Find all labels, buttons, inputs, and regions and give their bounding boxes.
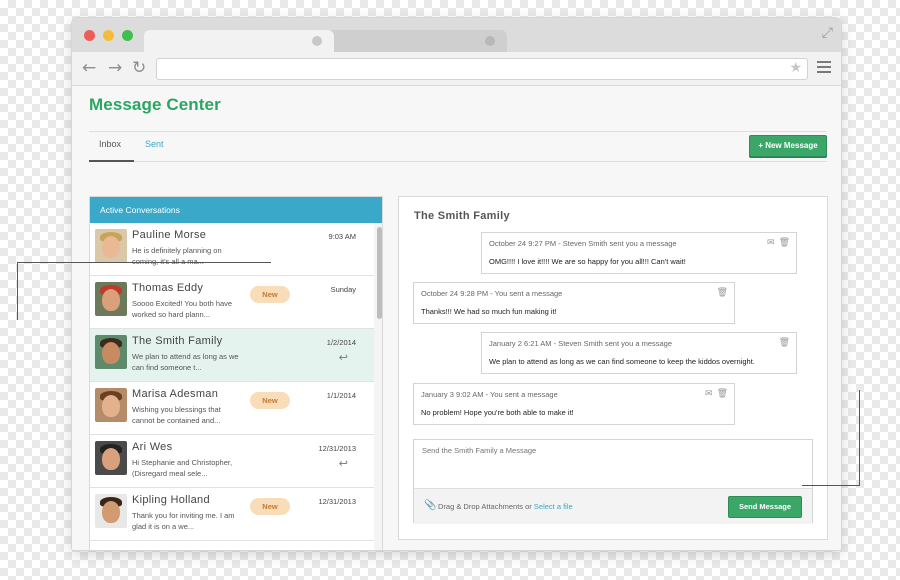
message-actions: 🗑 [713, 288, 728, 298]
envelope-icon[interactable]: ✉ [767, 238, 775, 248]
conversations-panel: Active Conversations Pauline Morse He is… [89, 196, 383, 550]
conversation-scrollbar[interactable] [374, 223, 382, 550]
conversation-name: The Smith Family [132, 335, 223, 347]
minimize-window-dot[interactable] [103, 30, 114, 41]
tab-close-icon[interactable] [485, 36, 495, 46]
message-meta: January 3 9:02 AM - You sent a message [421, 390, 558, 399]
message-meta: October 24 9:28 PM - You sent a message [421, 289, 563, 298]
trash-icon[interactable]: 🗑 [779, 238, 790, 248]
compose-box: 📎 Drag & Drop Attachments or Select a fi… [413, 439, 813, 524]
new-badge: New [250, 498, 290, 515]
message-actions: 🗑 [775, 338, 790, 348]
trash-icon[interactable]: 🗑 [717, 288, 728, 298]
avatar [95, 441, 127, 475]
browser-titlebar: ⤢ [72, 18, 841, 52]
avatar [95, 229, 127, 263]
conversation-item[interactable]: Kipling Holland Thank you for inviting m… [90, 488, 374, 541]
conversation-item[interactable]: Ari Wes Hi Stephanie and Christopher, (D… [90, 435, 374, 488]
active-tab-indicator [89, 160, 134, 162]
compose-input[interactable] [414, 440, 812, 488]
message-body: We plan to attend as long as we can find… [489, 357, 755, 366]
avatar [95, 494, 127, 528]
conversation-snippet: Thank you for inviting me. I am glad it … [132, 511, 235, 531]
message-body: No problem! Hope you're both able to mak… [421, 408, 574, 417]
message-meta: January 2 6:21 AM - Steven Smith sent yo… [489, 339, 673, 348]
message-sent: January 3 9:02 AM - You sent a message N… [413, 383, 735, 425]
conversation-snippet: Hi Stephanie and Christopher, (Disregard… [132, 458, 233, 478]
message-body: Thanks!!! We had so much fun making it! [421, 307, 557, 316]
maximize-window-dot[interactable] [122, 30, 133, 41]
conversation-date: 9:03 AM [328, 232, 356, 241]
conversation-name: Ari Wes [132, 441, 173, 453]
envelope-icon[interactable]: ✉ [705, 389, 713, 399]
new-badge: New [250, 392, 290, 409]
conversation-title: The Smith Family [414, 210, 510, 222]
tab-sent[interactable]: Sent [145, 139, 164, 149]
back-arrow-icon[interactable]: ← [82, 58, 96, 78]
trash-icon[interactable]: 🗑 [779, 338, 790, 348]
conversations-header: Active Conversations [90, 197, 382, 223]
conversation-date: 1/2/2014 [326, 338, 356, 347]
message-actions: ✉ 🗑 [701, 389, 728, 399]
divider [89, 161, 827, 162]
conversation-date: 12/31/2013 [318, 444, 356, 453]
hamburger-menu-icon[interactable] [817, 61, 831, 76]
fullscreen-icon[interactable]: ⤢ [822, 24, 833, 41]
attach-text: Drag & Drop Attachments or [438, 502, 532, 511]
conversation-date: 12/31/2013 [318, 497, 356, 506]
compose-footer: 📎 Drag & Drop Attachments or Select a fi… [414, 488, 812, 524]
page-title: Message Center [89, 95, 221, 114]
reload-icon[interactable]: ↻ [132, 58, 146, 78]
conversation-date: Sunday [330, 285, 356, 294]
conversation-item[interactable]: Marisa Adesman Wishing you blessings tha… [90, 382, 374, 435]
message-received: October 24 9:27 PM - Steven Smith sent y… [481, 232, 797, 274]
paperclip-icon: 📎 [424, 500, 437, 511]
reply-icon: ↩ [338, 351, 348, 364]
avatar [95, 388, 127, 422]
address-bar[interactable]: ★ [156, 58, 808, 80]
divider [89, 131, 827, 132]
bookmark-star-icon[interactable]: ★ [789, 60, 802, 76]
conversation-snippet: We plan to attend as long as we can find… [132, 352, 239, 372]
message-actions: ✉ 🗑 [763, 238, 790, 248]
browser-toolbar: ← → ↻ ★ [72, 52, 841, 86]
tab-inbox[interactable]: Inbox [99, 139, 121, 149]
new-message-button[interactable]: + New Message [749, 135, 827, 157]
browser-tab-inactive[interactable] [322, 30, 507, 52]
message-received: January 2 6:21 AM - Steven Smith sent yo… [481, 332, 797, 374]
message-sent: October 24 9:28 PM - You sent a message … [413, 282, 735, 324]
callout-line-left [17, 262, 271, 320]
conversation-name: Pauline Morse [132, 229, 207, 241]
avatar [95, 335, 127, 369]
reply-icon: ↩ [338, 457, 348, 470]
tab-close-icon[interactable] [312, 36, 322, 46]
forward-arrow-icon[interactable]: → [108, 58, 122, 78]
select-file-link[interactable]: Select a file [534, 502, 573, 511]
message-body: OMG!!!! I love it!!!! We are so happy fo… [489, 257, 686, 266]
close-window-dot[interactable] [84, 30, 95, 41]
browser-tab-active[interactable] [144, 30, 334, 52]
conversation-name: Kipling Holland [132, 494, 210, 506]
message-meta: October 24 9:27 PM - Steven Smith sent y… [489, 239, 677, 248]
conversation-item-selected[interactable]: The Smith Family We plan to attend as lo… [90, 329, 374, 382]
send-message-button[interactable]: Send Message [728, 496, 802, 518]
callout-line-right [802, 390, 860, 486]
conversation-snippet: Wishing you blessings that cannot be con… [132, 405, 221, 425]
scrollbar-thumb[interactable] [377, 227, 382, 319]
attachment-dropzone[interactable]: Drag & Drop Attachments or Select a file [438, 502, 573, 511]
conversation-detail-panel: The Smith Family October 24 9:27 PM - St… [398, 196, 828, 540]
conversation-name: Marisa Adesman [132, 388, 219, 400]
trash-icon[interactable]: 🗑 [717, 389, 728, 399]
conversation-date: 1/1/2014 [326, 391, 356, 400]
